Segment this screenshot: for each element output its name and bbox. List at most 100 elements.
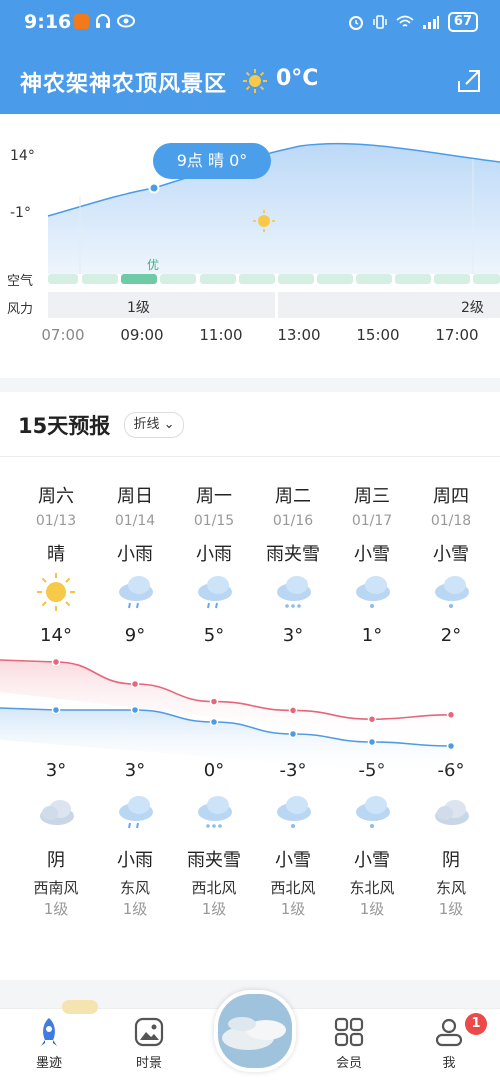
wind-level: 1级 <box>438 900 464 918</box>
rocket-icon <box>41 1018 57 1046</box>
cloud-icon <box>431 792 471 836</box>
nav-label: 时景 <box>135 1056 162 1071</box>
hour-label: 13:00 <box>277 326 321 344</box>
hour-label: 11:00 <box>199 326 243 344</box>
user-icon <box>435 1018 463 1047</box>
cloud-icon <box>36 792 76 836</box>
rain-icon <box>115 572 155 616</box>
nav-item-member[interactable]: 会员 <box>314 1016 384 1071</box>
signal-icon <box>422 16 439 29</box>
battery-indicator: 67 <box>447 12 478 32</box>
day-weekday: 周一 <box>196 486 232 507</box>
high-temp-point <box>51 657 61 667</box>
day-date: 01/17 <box>351 513 393 529</box>
status-bar: 9:16 67 <box>0 0 500 48</box>
snow-icon <box>431 572 471 616</box>
high-temp-point <box>446 710 456 720</box>
hour-label: 07:00 <box>41 326 85 344</box>
night-condition: 小雪 <box>275 850 311 871</box>
day-weekday: 周三 <box>354 486 390 507</box>
wind-bar-segment <box>48 292 275 318</box>
nav-label: 墨迹 <box>35 1056 62 1071</box>
hourly-point-selected[interactable] <box>148 182 160 194</box>
notification-badge: 1 <box>465 1013 487 1035</box>
high-temp-point <box>367 714 377 724</box>
vip-badge <box>62 1000 98 1014</box>
center-action-button[interactable] <box>214 990 296 1072</box>
wind-level: 1级 <box>280 900 306 918</box>
hourly-tooltip: 9点 晴 0° <box>153 143 271 179</box>
night-condition: 雨夹雪 <box>187 850 241 871</box>
night-condition: 阴 <box>442 850 460 871</box>
hour-label: 15:00 <box>356 326 400 344</box>
wind-level-label: 2级 <box>461 300 484 316</box>
status-time: 9:16 <box>24 11 72 33</box>
location-header: 神农架神农顶风景区 0°C <box>0 48 500 114</box>
wind-direction: 东风 <box>119 879 150 897</box>
day-condition: 晴 <box>47 544 65 565</box>
low-temp-point <box>446 741 456 751</box>
wind-level: 1级 <box>359 900 385 918</box>
wind-level-label: 1级 <box>127 300 150 316</box>
high-temp-point <box>288 706 298 715</box>
wind-direction: 东北风 <box>349 879 395 897</box>
y-axis-label-low: -1° <box>10 205 31 221</box>
nav-item-scenes[interactable]: 时景 <box>114 1016 184 1071</box>
day-weekday: 周二 <box>275 486 311 507</box>
snow-icon <box>352 572 392 616</box>
day-weekday: 周日 <box>117 486 153 507</box>
status-right-icons: 67 <box>348 12 478 32</box>
day-date: 01/15 <box>193 513 235 529</box>
sun-icon <box>36 572 76 616</box>
wind-direction: 西北风 <box>270 879 316 897</box>
sleet-icon <box>194 792 234 836</box>
y-axis-label-high: 14° <box>10 148 35 164</box>
rain-icon <box>194 572 234 616</box>
high-temp-point <box>130 679 140 689</box>
chart-mode-label: 折线 <box>133 417 160 432</box>
day-date: 01/16 <box>272 513 314 529</box>
day-date: 01/14 <box>114 513 156 529</box>
picture-icon <box>134 1017 164 1047</box>
wind-level: 1级 <box>122 900 148 918</box>
location-title[interactable]: 神农架神农顶风景区 <box>20 66 227 98</box>
day-condition: 雨夹雪 <box>266 544 320 565</box>
chart-mode-select[interactable]: 折线 ⌄ <box>124 412 184 438</box>
wind-level: 1级 <box>201 900 227 918</box>
alarm-icon <box>348 16 363 30</box>
nav-label: 我 <box>442 1056 456 1071</box>
grid-icon <box>334 1017 364 1047</box>
wind-direction: 西南风 <box>33 879 79 897</box>
status-left-icons <box>74 13 135 29</box>
low-temp-point <box>51 705 61 715</box>
share-icon[interactable] <box>456 68 482 94</box>
night-condition: 小雪 <box>354 850 390 871</box>
air-quality-label: 优 <box>147 258 160 272</box>
wifi-icon <box>396 15 414 27</box>
temperature-trend-chart <box>0 657 456 770</box>
vibrate-icon <box>373 15 387 29</box>
wind-row-label: 风力 <box>7 302 34 317</box>
low-temp-point <box>209 717 219 727</box>
day-condition: 小雪 <box>354 544 390 565</box>
air-quality-bar <box>48 274 500 284</box>
rain-icon <box>115 792 155 836</box>
day-weekday: 周六 <box>38 486 74 507</box>
hourly-temp-area <box>48 143 500 274</box>
wind-direction: 东风 <box>435 879 466 897</box>
sky-cloud-image <box>218 994 292 1068</box>
nav-item-moji[interactable]: 墨迹 <box>14 1016 84 1071</box>
headphones-icon <box>96 14 110 28</box>
day-date: 01/18 <box>430 513 472 529</box>
nav-label: 会员 <box>335 1056 362 1071</box>
sleet-icon <box>273 572 313 616</box>
day-condition: 小雪 <box>433 544 469 565</box>
low-temp-point <box>130 705 140 715</box>
high-temp-point <box>209 697 219 706</box>
hour-label: 17:00 <box>435 326 479 344</box>
night-condition: 阴 <box>47 850 65 871</box>
day-condition: 小雨 <box>196 544 232 565</box>
wind-direction: 西北风 <box>191 879 237 897</box>
eye-icon <box>117 14 135 28</box>
day-date: 01/13 <box>35 513 77 529</box>
